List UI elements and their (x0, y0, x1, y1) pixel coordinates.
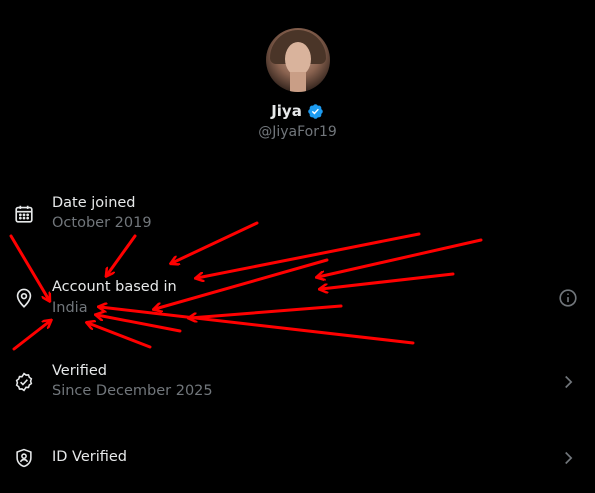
row-title: ID Verified (52, 449, 128, 465)
row-account-based-in: Account based in India (0, 279, 595, 329)
row-verified[interactable]: Verified Since December 2025 (0, 363, 595, 413)
row-title: Verified (52, 363, 107, 379)
row-subtitle: India (52, 300, 88, 316)
info-icon[interactable] (557, 287, 579, 309)
profile-header: Jiya @JiyaFor19 (0, 28, 595, 140)
profile-name-row: Jiya (271, 101, 324, 121)
verified-badge-icon (307, 103, 324, 120)
profile-handle: @JiyaFor19 (258, 124, 337, 140)
verified-check-icon (13, 371, 35, 393)
location-pin-icon (13, 287, 35, 309)
annotation-arrow (318, 238, 483, 277)
row-title: Date joined (52, 195, 136, 211)
row-title: Account based in (52, 279, 177, 295)
row-subtitle: Since December 2025 (52, 383, 213, 399)
calendar-icon (13, 203, 35, 225)
row-date-joined: Date joined October 2019 (0, 195, 595, 245)
row-id-verified[interactable]: ID Verified (0, 447, 595, 477)
chevron-right-icon[interactable] (557, 447, 579, 469)
id-shield-icon (13, 447, 35, 469)
row-subtitle: October 2019 (52, 215, 152, 231)
avatar[interactable] (265, 28, 330, 92)
profile-name: Jiya (271, 102, 302, 120)
chevron-right-icon[interactable] (557, 371, 579, 393)
